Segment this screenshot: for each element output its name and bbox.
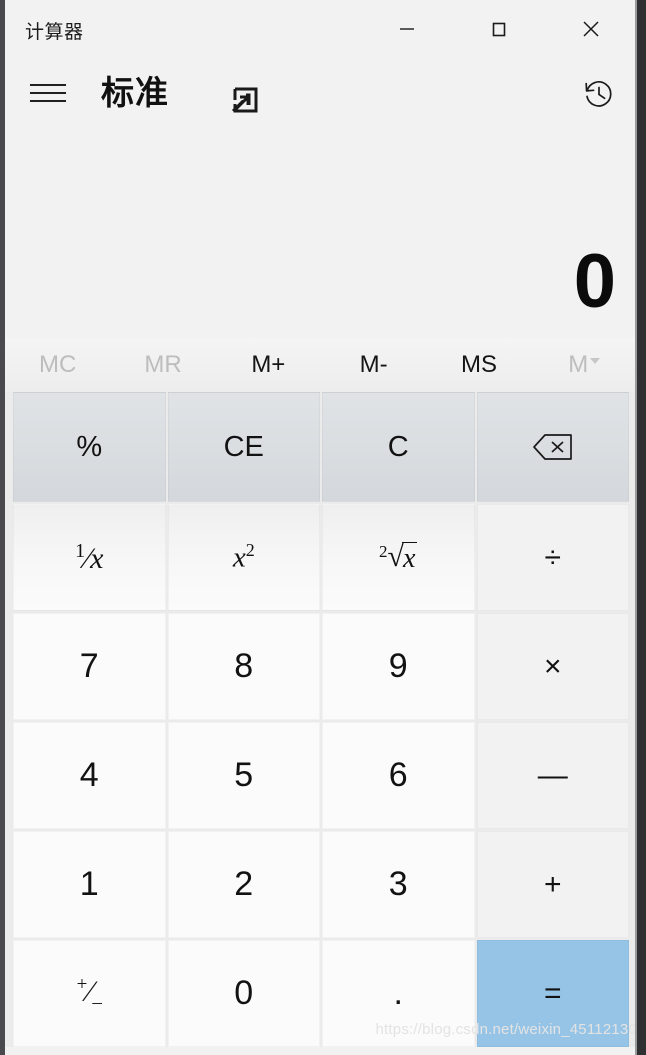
digit-6-label: 6 xyxy=(388,756,408,794)
result-value: 0 xyxy=(573,239,616,324)
digit-3-button[interactable]: 3 xyxy=(322,831,475,938)
memory-add-button[interactable]: M+ xyxy=(216,338,321,392)
decimal-button[interactable]: . xyxy=(322,940,475,1047)
memory-subtract-label: M- xyxy=(359,351,388,378)
digit-3-label: 3 xyxy=(388,865,408,903)
add-label: + xyxy=(543,867,562,901)
keypad-row-123: 1 2 3 + xyxy=(13,831,629,938)
memory-button-row: MC MR M+ M- MS M xyxy=(5,338,637,392)
clear-button[interactable]: C xyxy=(322,392,475,502)
digit-1-label: 1 xyxy=(79,865,99,903)
decimal-label: . xyxy=(393,974,403,1012)
digit-2-button[interactable]: 2 xyxy=(167,831,320,938)
display-area: 0 xyxy=(5,128,637,338)
clear-label: C xyxy=(387,430,409,463)
calculator-mode-title: 标准 xyxy=(101,74,169,111)
hamburger-menu-icon-line3 xyxy=(30,100,66,102)
hamburger-menu-icon xyxy=(30,84,66,86)
keypad-row-bottom: +⁄– 0 . = xyxy=(13,940,629,1047)
backspace-icon xyxy=(532,434,572,460)
keypad-row-789: 7 8 9 × xyxy=(13,613,629,720)
divide-label: ÷ xyxy=(544,540,561,574)
multiply-button[interactable]: × xyxy=(476,613,629,720)
multiply-label: × xyxy=(543,649,562,683)
digit-6-button[interactable]: 6 xyxy=(322,722,475,829)
equals-button[interactable]: = xyxy=(476,940,629,1047)
mode-bar: 标准 xyxy=(5,58,637,128)
square-root-glyph: 2 √ x xyxy=(379,539,418,574)
digit-4-label: 4 xyxy=(79,756,99,794)
keypad: % CE C 1⁄x x2 2 √ x ÷ 7 8 9 × 4 5 6 — 1 … xyxy=(5,392,637,1047)
square-root-button[interactable]: 2 √ x xyxy=(322,504,475,611)
digit-5-label: 5 xyxy=(234,756,254,794)
desktop-edge-right xyxy=(637,0,646,1055)
chevron-down-icon xyxy=(590,357,601,364)
clear-entry-button[interactable]: CE xyxy=(167,392,320,502)
memory-list-button[interactable]: M xyxy=(532,338,637,392)
keypad-row-456: 4 5 6 — xyxy=(13,722,629,829)
memory-clear-button[interactable]: MC xyxy=(5,338,110,392)
square-button[interactable]: x2 xyxy=(167,504,320,611)
negate-button[interactable]: +⁄– xyxy=(13,940,166,1047)
digit-9-label: 9 xyxy=(388,647,408,685)
digit-8-button[interactable]: 8 xyxy=(167,613,320,720)
memory-list-label: M xyxy=(568,351,589,378)
subtract-button[interactable]: — xyxy=(476,722,629,829)
digit-7-button[interactable]: 7 xyxy=(13,613,166,720)
memory-store-button[interactable]: MS xyxy=(426,338,531,392)
maximize-icon xyxy=(492,22,506,37)
minimize-button[interactable] xyxy=(361,0,453,58)
history-icon xyxy=(585,81,612,107)
keep-on-top-button[interactable] xyxy=(224,81,264,121)
digit-0-label: 0 xyxy=(234,974,254,1012)
digit-9-button[interactable]: 9 xyxy=(322,613,475,720)
caption-button-group xyxy=(361,0,637,58)
navigation-menu-button[interactable] xyxy=(27,72,69,114)
history-button[interactable] xyxy=(575,70,623,118)
plus-minus-glyph: +⁄– xyxy=(76,973,102,1013)
subtract-label: — xyxy=(537,758,568,792)
maximize-button[interactable] xyxy=(453,0,545,58)
memory-store-label: MS xyxy=(460,351,497,378)
equals-label: = xyxy=(543,976,562,1010)
keep-on-top-icon xyxy=(231,87,258,113)
memory-recall-label: MR xyxy=(144,351,182,378)
memory-recall-button[interactable]: MR xyxy=(110,338,215,392)
reciprocal-glyph: 1⁄x xyxy=(75,539,104,575)
backspace-button[interactable] xyxy=(476,392,629,502)
screen: 计算器 标准 0 MC MR M+ M- MS M % CE C 1⁄x x2 … xyxy=(0,0,646,1055)
percent-label: % xyxy=(76,430,103,463)
digit-7-label: 7 xyxy=(79,647,99,685)
close-button[interactable] xyxy=(545,0,637,58)
x-squared-glyph: x2 xyxy=(232,540,255,574)
digit-1-button[interactable]: 1 xyxy=(13,831,166,938)
memory-clear-label: MC xyxy=(39,351,77,378)
digit-5-button[interactable]: 5 xyxy=(167,722,320,829)
title-bar: 计算器 xyxy=(5,0,637,58)
memory-subtract-button[interactable]: M- xyxy=(321,338,426,392)
reciprocal-button[interactable]: 1⁄x xyxy=(13,504,166,611)
digit-0-button[interactable]: 0 xyxy=(167,940,320,1047)
divide-button[interactable]: ÷ xyxy=(476,504,629,611)
clear-entry-label: CE xyxy=(223,430,264,463)
hamburger-menu-icon-line2 xyxy=(30,92,66,94)
calculator-window: 计算器 标准 0 MC MR M+ M- MS M % CE C 1⁄x x2 … xyxy=(5,0,637,1055)
digit-8-label: 8 xyxy=(234,647,254,685)
add-button[interactable]: + xyxy=(476,831,629,938)
keypad-row-utility: % CE C xyxy=(13,392,629,502)
memory-add-label: M+ xyxy=(251,351,286,378)
app-title: 计算器 xyxy=(25,22,84,43)
minimize-icon xyxy=(400,28,414,30)
digit-2-label: 2 xyxy=(234,865,254,903)
keypad-row-scientific: 1⁄x x2 2 √ x ÷ xyxy=(13,504,629,611)
digit-4-button[interactable]: 4 xyxy=(13,722,166,829)
close-icon xyxy=(583,21,599,37)
percent-button[interactable]: % xyxy=(13,392,166,502)
